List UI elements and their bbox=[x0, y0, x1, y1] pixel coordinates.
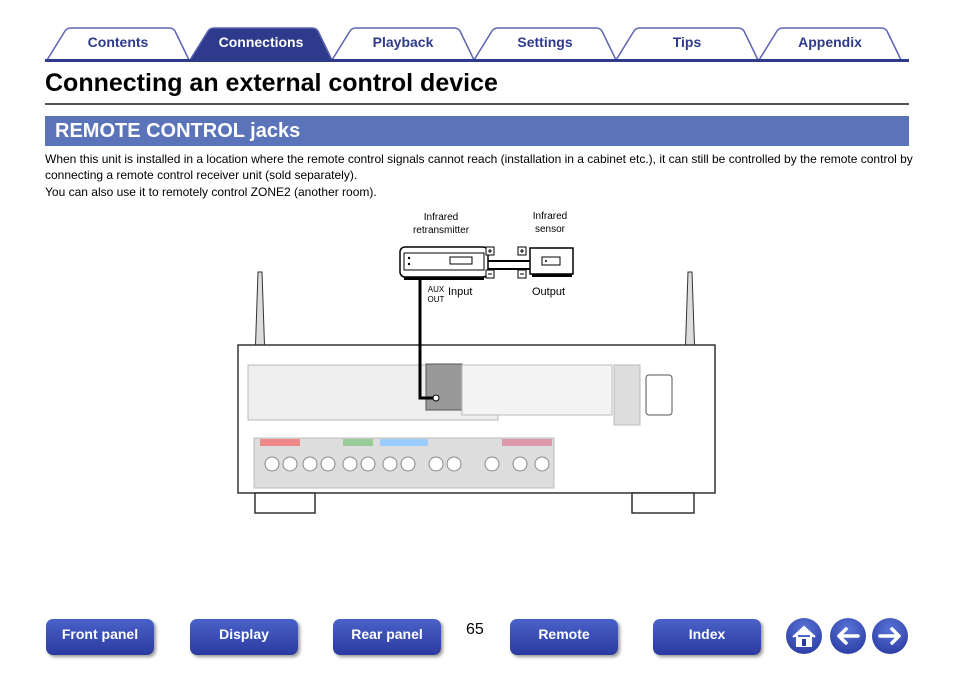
sensor-device bbox=[529, 247, 574, 277]
section-header: REMOTE CONTROL jacks bbox=[45, 116, 909, 146]
connection-diagram bbox=[237, 246, 716, 514]
tab-connections[interactable]: Connections bbox=[188, 27, 334, 60]
tab-label: Connections bbox=[218, 34, 304, 50]
home-button[interactable] bbox=[786, 618, 822, 654]
tab-label: Playback bbox=[372, 34, 434, 50]
intro-paragraph: When this unit is installed in a locatio… bbox=[45, 152, 913, 182]
tab-underline bbox=[45, 59, 909, 62]
tab-playback[interactable]: Playback bbox=[330, 27, 476, 60]
tab-label: Tips bbox=[672, 34, 702, 50]
arrow-left-icon bbox=[837, 627, 860, 645]
previous-page-button[interactable] bbox=[830, 618, 866, 654]
page-number: 65 bbox=[466, 621, 484, 638]
home-icon bbox=[792, 625, 816, 647]
sensor-label: Infrared sensor bbox=[532, 211, 568, 235]
tab-appendix[interactable]: Appendix bbox=[757, 27, 903, 60]
next-page-button[interactable] bbox=[872, 618, 908, 654]
page-title: Connecting an external control device bbox=[45, 69, 498, 97]
tab-settings[interactable]: Settings bbox=[472, 27, 618, 60]
tab-label: Contents bbox=[87, 34, 149, 50]
front-panel-button[interactable]: Front panel bbox=[46, 619, 154, 655]
zone2-paragraph: You can also use it to remotely control … bbox=[45, 185, 377, 199]
tab-contents[interactable]: Contents bbox=[45, 27, 191, 60]
remote-button[interactable]: Remote bbox=[510, 619, 618, 655]
tab-label: Settings bbox=[517, 34, 573, 50]
tab-label: Appendix bbox=[798, 34, 862, 50]
index-button[interactable]: Index bbox=[653, 619, 761, 655]
section-title: REMOTE CONTROL jacks bbox=[55, 120, 301, 142]
rear-panel-button[interactable]: Rear panel bbox=[333, 619, 441, 655]
title-divider bbox=[45, 103, 909, 105]
arrow-right-icon bbox=[878, 627, 901, 645]
display-button[interactable]: Display bbox=[190, 619, 298, 655]
retransmitter-label: Infrared retransmitter bbox=[412, 212, 470, 236]
av-receiver-rear-panel bbox=[237, 344, 716, 514]
retransmitter-device bbox=[399, 246, 489, 280]
tab-tips[interactable]: Tips bbox=[614, 27, 760, 60]
